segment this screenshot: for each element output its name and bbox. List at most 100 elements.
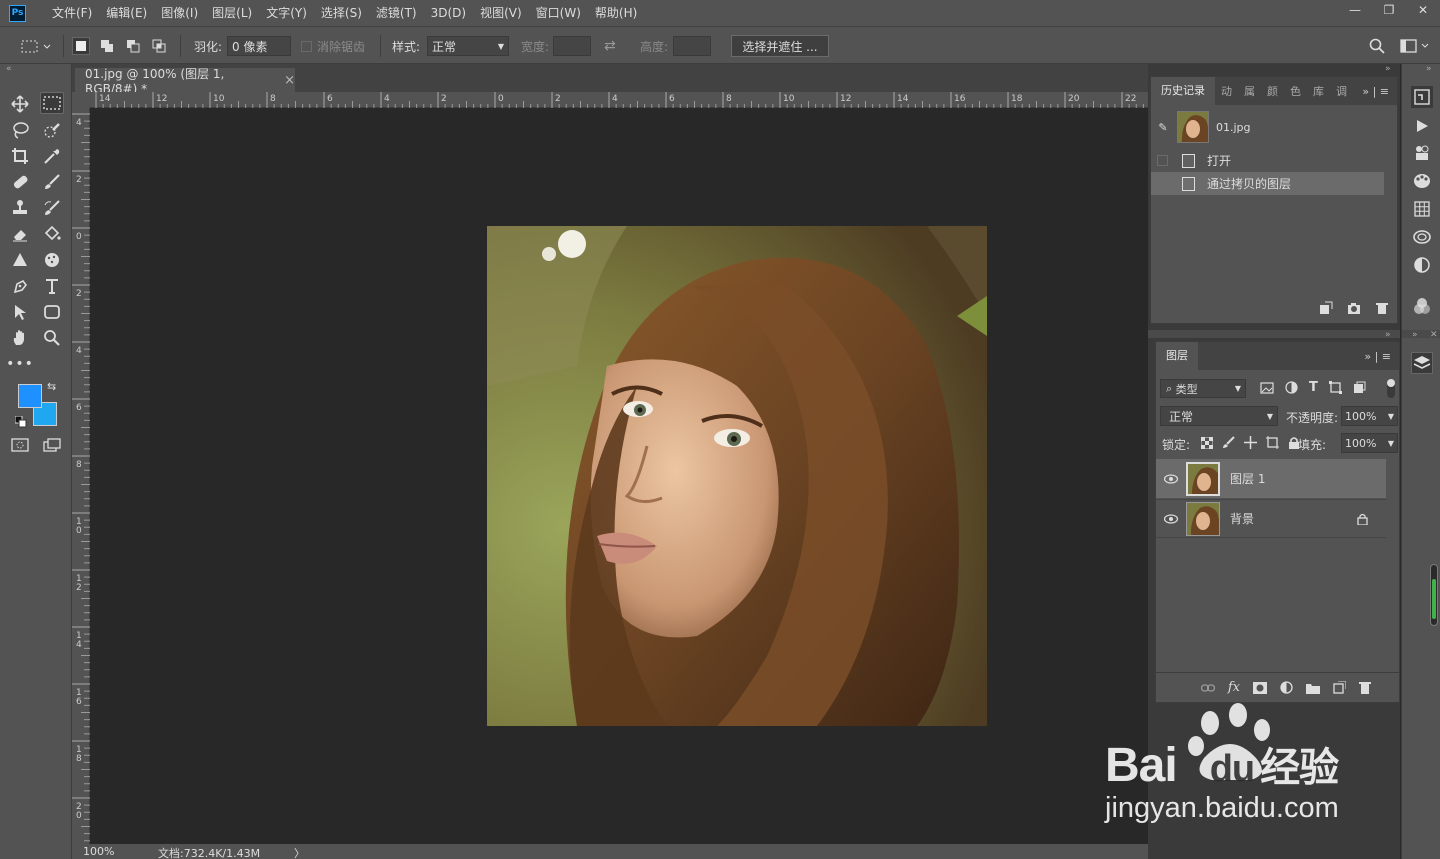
- libraries-panel-button[interactable]: [1411, 226, 1433, 248]
- camera-icon[interactable]: [1347, 301, 1361, 315]
- menu-3[interactable]: 图层(L): [205, 0, 259, 26]
- foreground-color-swatch[interactable]: [18, 384, 42, 408]
- filter-adjustment-icon[interactable]: [1285, 381, 1298, 394]
- filter-type-icon[interactable]: T: [1309, 380, 1318, 395]
- style-select[interactable]: 正常 ▼: [427, 36, 509, 56]
- strip-scrollbar[interactable]: [1430, 564, 1438, 626]
- default-colors-icon[interactable]: [14, 415, 27, 431]
- trash-icon[interactable]: [1375, 301, 1389, 315]
- menu-9[interactable]: 窗口(W): [529, 0, 588, 26]
- adjustments-panel-button[interactable]: [1411, 254, 1433, 276]
- tab-panel-5[interactable]: 调: [1330, 83, 1353, 99]
- paint-bucket-tool[interactable]: [40, 223, 64, 245]
- menu-4[interactable]: 文字(Y): [259, 0, 314, 26]
- history-step[interactable]: 打开: [1151, 149, 1384, 172]
- properties-panel-button[interactable]: [1411, 142, 1433, 164]
- menu-5[interactable]: 选择(S): [314, 0, 369, 26]
- eye-icon[interactable]: [1156, 473, 1186, 484]
- trash-icon[interactable]: [1359, 681, 1371, 694]
- eye-icon[interactable]: [1156, 513, 1186, 524]
- collapse-tools-icon[interactable]: «: [6, 64, 12, 74]
- history-step-selected[interactable]: 通过拷贝的图层: [1151, 172, 1384, 195]
- close-window-button[interactable]: ✕: [1406, 0, 1440, 20]
- layer-row[interactable]: 背景: [1156, 499, 1386, 538]
- history-brush-checkbox[interactable]: [1157, 155, 1168, 166]
- status-menu-arrow[interactable]: 〉: [294, 845, 305, 859]
- color-panel-button[interactable]: [1411, 295, 1433, 317]
- new-document-from-state-icon[interactable]: [1319, 301, 1333, 315]
- filter-toggle[interactable]: [1387, 379, 1395, 398]
- menu-6[interactable]: 滤镜(T): [369, 0, 424, 26]
- type-tool[interactable]: [40, 275, 64, 297]
- filter-smart-object-icon[interactable]: [1353, 381, 1366, 394]
- path-select-tool[interactable]: [8, 301, 32, 323]
- filter-pixel-icon[interactable]: [1260, 381, 1274, 394]
- layer-filter-select[interactable]: ⌕ 类型 ▼: [1160, 379, 1246, 398]
- history-brush-checkbox[interactable]: [1157, 178, 1168, 189]
- document-image[interactable]: [487, 226, 987, 726]
- feather-input[interactable]: 0 像素: [227, 36, 291, 56]
- workspace-button[interactable]: [1400, 27, 1430, 65]
- tab-layers[interactable]: 图层: [1156, 342, 1198, 370]
- link-layers-icon[interactable]: [1200, 683, 1215, 693]
- move-tool[interactable]: [8, 93, 32, 115]
- opacity-input[interactable]: 100% ▼: [1341, 406, 1398, 426]
- quick-mask-button[interactable]: [8, 434, 32, 456]
- restore-button[interactable]: ❐: [1372, 0, 1406, 20]
- menu-10[interactable]: 帮助(H): [588, 0, 644, 26]
- add-mask-icon[interactable]: [1253, 681, 1267, 694]
- search-button[interactable]: [1369, 27, 1385, 65]
- marquee-tool-preset[interactable]: [20, 27, 52, 65]
- tab-panel-3[interactable]: 色: [1284, 83, 1307, 99]
- channels-panel-button[interactable]: [1411, 198, 1433, 220]
- collapse-dock-icon[interactable]: »: [1385, 64, 1391, 74]
- actions-panel-button[interactable]: [1411, 115, 1433, 137]
- collapse-strip-icon[interactable]: »: [1426, 64, 1432, 74]
- blend-mode-select[interactable]: 正常 ▼: [1160, 406, 1278, 426]
- expand-strip-icon[interactable]: »: [1412, 330, 1418, 340]
- lock-transparent-icon[interactable]: [1201, 436, 1213, 449]
- lasso-tool[interactable]: [8, 119, 32, 141]
- new-selection-button[interactable]: [72, 37, 90, 55]
- menu-8[interactable]: 视图(V): [473, 0, 529, 26]
- folder-icon[interactable]: [1306, 682, 1320, 694]
- eraser-tool[interactable]: [8, 223, 32, 245]
- document-tab[interactable]: 01.jpg @ 100% (图层 1, RGB/8#) * ×: [75, 67, 295, 96]
- lock-position-move-icon[interactable]: [1244, 436, 1257, 449]
- panel-menu-icon[interactable]: » | ≡: [1362, 85, 1389, 98]
- layer-row[interactable]: 图层 1: [1156, 459, 1386, 498]
- layer-name[interactable]: 图层 1: [1230, 470, 1265, 487]
- brush-tool[interactable]: [40, 171, 64, 193]
- select-and-mask-button[interactable]: 选择并遮住 ...: [731, 35, 829, 57]
- layer-style-fx-icon[interactable]: fx: [1228, 680, 1240, 695]
- menu-2[interactable]: 图像(I): [154, 0, 205, 26]
- expand-dock-icon[interactable]: »: [1385, 330, 1391, 340]
- tab-panel-0[interactable]: 动: [1215, 83, 1238, 99]
- eyedropper-tool[interactable]: [40, 145, 64, 167]
- healing-brush-tool[interactable]: [8, 171, 32, 193]
- more-tools-button[interactable]: •••: [6, 353, 33, 375]
- swap-dimensions-button[interactable]: ⇄: [604, 27, 616, 65]
- add-selection-button[interactable]: [98, 37, 116, 55]
- minimize-button[interactable]: —: [1338, 0, 1372, 20]
- subtract-selection-button[interactable]: [124, 37, 142, 55]
- antialias-checkbox[interactable]: 消除锯齿: [301, 27, 365, 65]
- sharpen-tool[interactable]: [8, 249, 32, 271]
- lock-artboard-icon[interactable]: [1266, 436, 1279, 449]
- clone-stamp-tool[interactable]: [8, 197, 32, 219]
- close-tab-icon[interactable]: ×: [284, 73, 295, 88]
- menu-0[interactable]: 文件(F): [45, 0, 99, 26]
- adjustment-layer-icon[interactable]: [1280, 681, 1293, 694]
- shape-tool[interactable]: [40, 301, 64, 323]
- zoom-tool[interactable]: [40, 327, 64, 349]
- menu-7[interactable]: 3D(D): [424, 0, 473, 26]
- swatches-panel-button[interactable]: [1411, 170, 1433, 192]
- history-brush-tool[interactable]: [40, 197, 64, 219]
- layers-panel-button[interactable]: [1411, 352, 1433, 374]
- zoom-level[interactable]: 100%: [83, 845, 114, 858]
- tab-history[interactable]: 历史记录: [1151, 77, 1215, 105]
- pen-tool[interactable]: [8, 275, 32, 297]
- menu-1[interactable]: 编辑(E): [99, 0, 154, 26]
- filter-shape-icon[interactable]: [1328, 381, 1342, 394]
- tab-panel-1[interactable]: 属: [1238, 83, 1261, 99]
